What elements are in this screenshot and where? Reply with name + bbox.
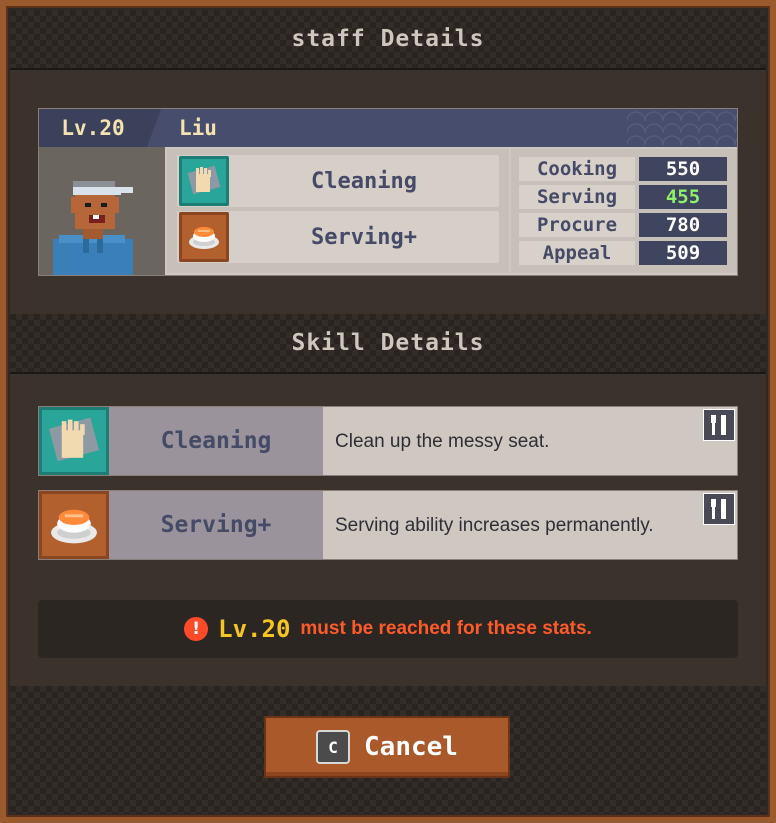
utensils-icon: [703, 409, 735, 441]
stat-row-appeal: Appeal 509: [519, 241, 727, 265]
cancel-button[interactable]: C Cancel: [264, 716, 510, 778]
exclamation-icon: !: [184, 617, 209, 641]
stat-name: Procure: [519, 213, 635, 237]
utensils-icon: [703, 493, 735, 525]
skill-slot-serving[interactable]: Serving+: [177, 211, 499, 263]
stat-row-procure: Procure 780: [519, 213, 727, 237]
staff-stats: Cooking 550 Serving 455 Procure 780 Appe…: [511, 149, 737, 273]
stat-value-highlighted: 455: [639, 185, 727, 209]
staff-header: Lv.20 Liu: [39, 109, 737, 147]
keyboard-key-icon: C: [316, 730, 351, 764]
skill-details-header: Skill Details: [10, 314, 766, 374]
skill-description: Serving ability increases permanently.: [335, 514, 654, 536]
stat-row-cooking: Cooking 550: [519, 157, 727, 181]
staff-portrait: [39, 147, 165, 275]
skill-slot-label: Cleaning: [311, 168, 417, 194]
cancel-label: Cancel: [364, 732, 458, 762]
stat-name: Cooking: [519, 157, 635, 181]
stat-value: 550: [639, 157, 727, 181]
staff-level: Lv.20: [39, 109, 161, 147]
dialog-title: staff Details: [291, 26, 485, 52]
requirement-text: must be reached for these stats.: [300, 618, 592, 639]
skill-card-serving[interactable]: Serving+ Serving ability increases perma…: [38, 490, 738, 560]
stat-value: 780: [639, 213, 727, 237]
staff-skill-slots: Cleaning Serving+: [167, 149, 509, 273]
wave-pattern-decoration: [627, 109, 737, 147]
skill-card-cleaning[interactable]: Cleaning Clean up the messy seat.: [38, 406, 738, 476]
stat-name: Appeal: [519, 241, 635, 265]
skill-slot-cleaning[interactable]: Cleaning: [177, 155, 499, 207]
stat-value: 509: [639, 241, 727, 265]
sushi-plate-icon: [179, 212, 229, 262]
level-requirement-notice: ! Lv.20 must be reached for these stats.: [38, 600, 738, 658]
skill-name: Serving+: [109, 491, 323, 559]
cleaning-glove-icon: [39, 407, 109, 475]
skill-details-title: Skill Details: [291, 330, 485, 356]
stat-name: Serving: [519, 185, 635, 209]
skill-name: Cleaning: [109, 407, 323, 475]
required-level: Lv.20: [218, 615, 291, 643]
staff-card: Lv.20 Liu Cleaning Serving+ Cooking 550 …: [38, 108, 738, 276]
sushi-plate-icon: [39, 491, 109, 559]
cleaning-glove-icon: [179, 156, 229, 206]
dialog-header: staff Details: [10, 10, 766, 70]
staff-name: Liu: [179, 116, 217, 140]
skill-description: Clean up the messy seat.: [335, 430, 550, 452]
skill-slot-label: Serving+: [311, 224, 417, 250]
stat-row-serving: Serving 455: [519, 185, 727, 209]
staff-avatar-icon: [53, 181, 133, 275]
